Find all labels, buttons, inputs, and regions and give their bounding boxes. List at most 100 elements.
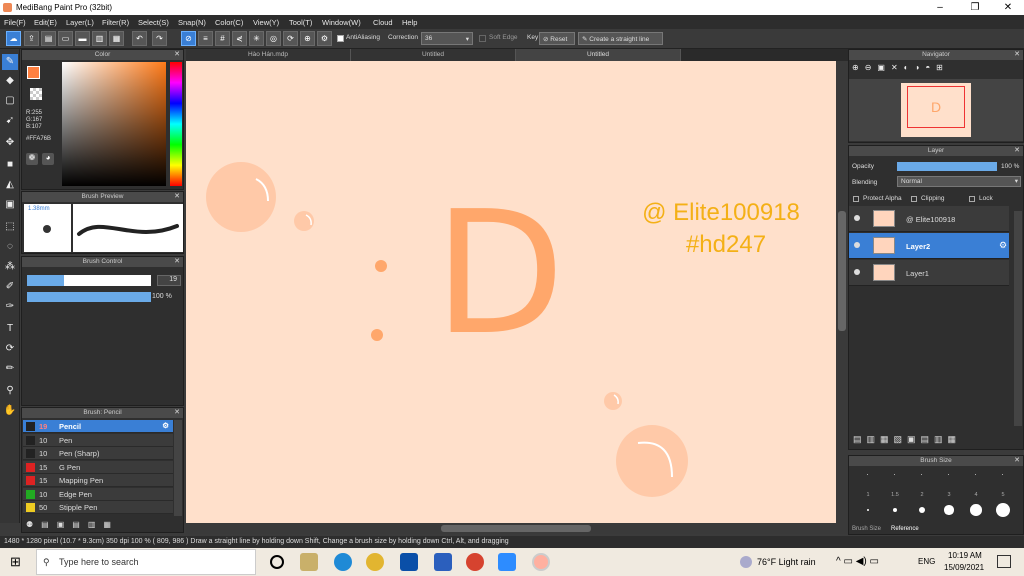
- eye-icon[interactable]: [854, 269, 860, 275]
- blending-select[interactable]: Normal ▾: [897, 176, 1021, 187]
- select-tool-icon[interactable]: ⬚: [2, 219, 18, 235]
- menu-select[interactable]: Select(S): [138, 18, 169, 27]
- brush-list-item[interactable]: 50 Stipple Pen: [23, 501, 173, 514]
- snap-off-icon[interactable]: ⊘: [181, 31, 196, 46]
- panel-close-icon[interactable]: ✕: [1014, 456, 1020, 466]
- notification-icon[interactable]: [997, 555, 1011, 568]
- menu-help[interactable]: Help: [402, 18, 417, 27]
- select-pen-icon[interactable]: ✐: [2, 279, 18, 295]
- lasso-tool-icon[interactable]: ➹: [2, 113, 18, 129]
- redo-icon[interactable]: ↷: [152, 31, 167, 46]
- windows-start-icon[interactable]: ⊞: [10, 555, 24, 569]
- straight-line-button[interactable]: ✎ Create a straight line: [578, 32, 663, 45]
- file-icon[interactable]: ▤: [41, 31, 56, 46]
- document-icon[interactable]: ▥: [92, 31, 107, 46]
- eyedropper-tool-icon[interactable]: ⚲: [2, 383, 18, 399]
- chat-icon[interactable]: ▬: [75, 31, 90, 46]
- comment-icon[interactable]: ▭: [58, 31, 73, 46]
- taskbar-search[interactable]: ⚲ Type here to search: [36, 549, 256, 575]
- eraser-tool-icon[interactable]: ◆: [2, 73, 18, 89]
- transparent-swatch[interactable]: [30, 88, 42, 100]
- brush-size-value[interactable]: 19: [157, 275, 181, 286]
- brush-tool-icon[interactable]: ✎: [2, 54, 18, 70]
- menu-cloud[interactable]: Cloud: [373, 18, 393, 27]
- divide-tool-icon[interactable]: ✏: [2, 361, 18, 377]
- close-button[interactable]: ✕: [993, 1, 1023, 14]
- clock-time[interactable]: 10:19 AM: [948, 551, 982, 560]
- chrome-profile-icon[interactable]: [466, 553, 484, 571]
- snap-parallel-icon[interactable]: ≡: [198, 31, 213, 46]
- menu-snap[interactable]: Snap(N): [178, 18, 206, 27]
- hand-tool-icon[interactable]: ✋: [2, 403, 18, 419]
- bucket-tool-icon[interactable]: ◭: [2, 177, 18, 193]
- brush-size-cell[interactable]: 3: [936, 470, 962, 520]
- brush-opacity-slider[interactable]: [27, 292, 151, 302]
- layer-row[interactable]: Layer1: [849, 260, 1009, 286]
- hue-slider[interactable]: [170, 62, 182, 186]
- layer-scrollbar[interactable]: [1014, 211, 1022, 426]
- correction-select[interactable]: 36 ▾: [421, 32, 473, 45]
- snap-grid-icon[interactable]: #: [215, 31, 230, 46]
- dot-tool-icon[interactable]: ▢: [2, 93, 18, 109]
- select-eraser-icon[interactable]: ✑: [2, 299, 18, 315]
- menu-layer[interactable]: Layer(L): [66, 18, 94, 27]
- layer-row[interactable]: @ Elite100918: [849, 206, 1009, 232]
- brush-list-item[interactable]: 15 Mapping Pen: [23, 474, 173, 487]
- drawing-canvas[interactable]: D @ Elite100918 #hd247: [186, 61, 836, 523]
- snap-radial-center-icon[interactable]: ✳: [249, 31, 264, 46]
- undo-icon[interactable]: ↶: [132, 31, 147, 46]
- fill-icon[interactable]: ▦: [109, 31, 124, 46]
- file-explorer-icon[interactable]: [300, 553, 318, 571]
- tab-untitled-1[interactable]: Untitled: [351, 49, 516, 61]
- mail-icon[interactable]: [400, 553, 418, 571]
- snap-radial-icon[interactable]: ⋞: [232, 31, 247, 46]
- layer-opacity-slider[interactable]: [897, 162, 997, 171]
- brush-size-cell[interactable]: 2: [909, 470, 935, 520]
- lasso-select-icon[interactable]: ◌: [2, 239, 18, 255]
- edge-icon[interactable]: [334, 553, 352, 571]
- panel-close-icon[interactable]: ✕: [174, 192, 180, 202]
- navigator-viewport[interactable]: D: [907, 86, 965, 128]
- layer-actions[interactable]: ▤▥▦▧▣▤▥▦: [853, 434, 1003, 446]
- brush-list-item[interactable]: 15 G Pen: [23, 460, 173, 474]
- panel-close-icon[interactable]: ✕: [174, 408, 180, 418]
- snap-settings-icon[interactable]: ⚙: [317, 31, 332, 46]
- brush-list-item[interactable]: 10 Pen: [23, 433, 173, 447]
- minimize-button[interactable]: –: [925, 1, 955, 14]
- saturation-value-picker[interactable]: [62, 62, 166, 186]
- menu-edit[interactable]: Edit(E): [34, 18, 57, 27]
- brush-list-item[interactable]: 10 Edge Pen: [23, 487, 173, 501]
- tab-brush-size[interactable]: Brush Size: [852, 526, 881, 532]
- task-view-icon[interactable]: [270, 555, 284, 569]
- snap-circle-icon[interactable]: ◎: [266, 31, 281, 46]
- cloud-icon[interactable]: ☁: [6, 31, 21, 46]
- brush-settings-icon[interactable]: ⚙: [162, 421, 169, 430]
- operation-tool-icon[interactable]: ⟳: [2, 341, 18, 357]
- eye-icon[interactable]: [854, 215, 860, 221]
- share-icon[interactable]: ⇪: [24, 31, 39, 46]
- protect-alpha-checkbox[interactable]: [853, 196, 859, 202]
- panel-close-icon[interactable]: ✕: [174, 257, 180, 267]
- brush-list-item[interactable]: 10 Pen (Sharp): [23, 447, 173, 460]
- fill-rect-tool-icon[interactable]: ■: [2, 157, 18, 173]
- menu-color[interactable]: Color(C): [215, 18, 243, 27]
- text-tool-icon[interactable]: T: [2, 321, 18, 337]
- layer-row[interactable]: Layer2 ⚙: [849, 233, 1009, 259]
- soft-edge-checkbox[interactable]: [479, 35, 486, 42]
- brush-size-cell[interactable]: 5: [990, 470, 1016, 520]
- clipping-checkbox[interactable]: [911, 196, 917, 202]
- language-indicator[interactable]: ENG: [918, 557, 935, 566]
- color-add-icon[interactable]: ◕: [42, 153, 54, 165]
- panel-close-icon[interactable]: ✕: [174, 50, 180, 60]
- menu-view[interactable]: View(Y): [253, 18, 279, 27]
- gradient-tool-icon[interactable]: ▣: [2, 197, 18, 213]
- brush-list-item[interactable]: 19 Pencil ⚙: [23, 420, 173, 433]
- menu-tool[interactable]: Tool(T): [289, 18, 312, 27]
- canvas-horizontal-scrollbar[interactable]: [186, 523, 848, 534]
- tray-icons[interactable]: ^ ▭ ◀) ▭: [836, 556, 879, 567]
- eye-icon[interactable]: [854, 242, 860, 248]
- brush-size-cell[interactable]: 1.5: [882, 470, 908, 520]
- vscroll-thumb[interactable]: [838, 211, 846, 331]
- brush-size-slider[interactable]: [27, 275, 151, 286]
- hscroll-thumb[interactable]: [441, 525, 591, 532]
